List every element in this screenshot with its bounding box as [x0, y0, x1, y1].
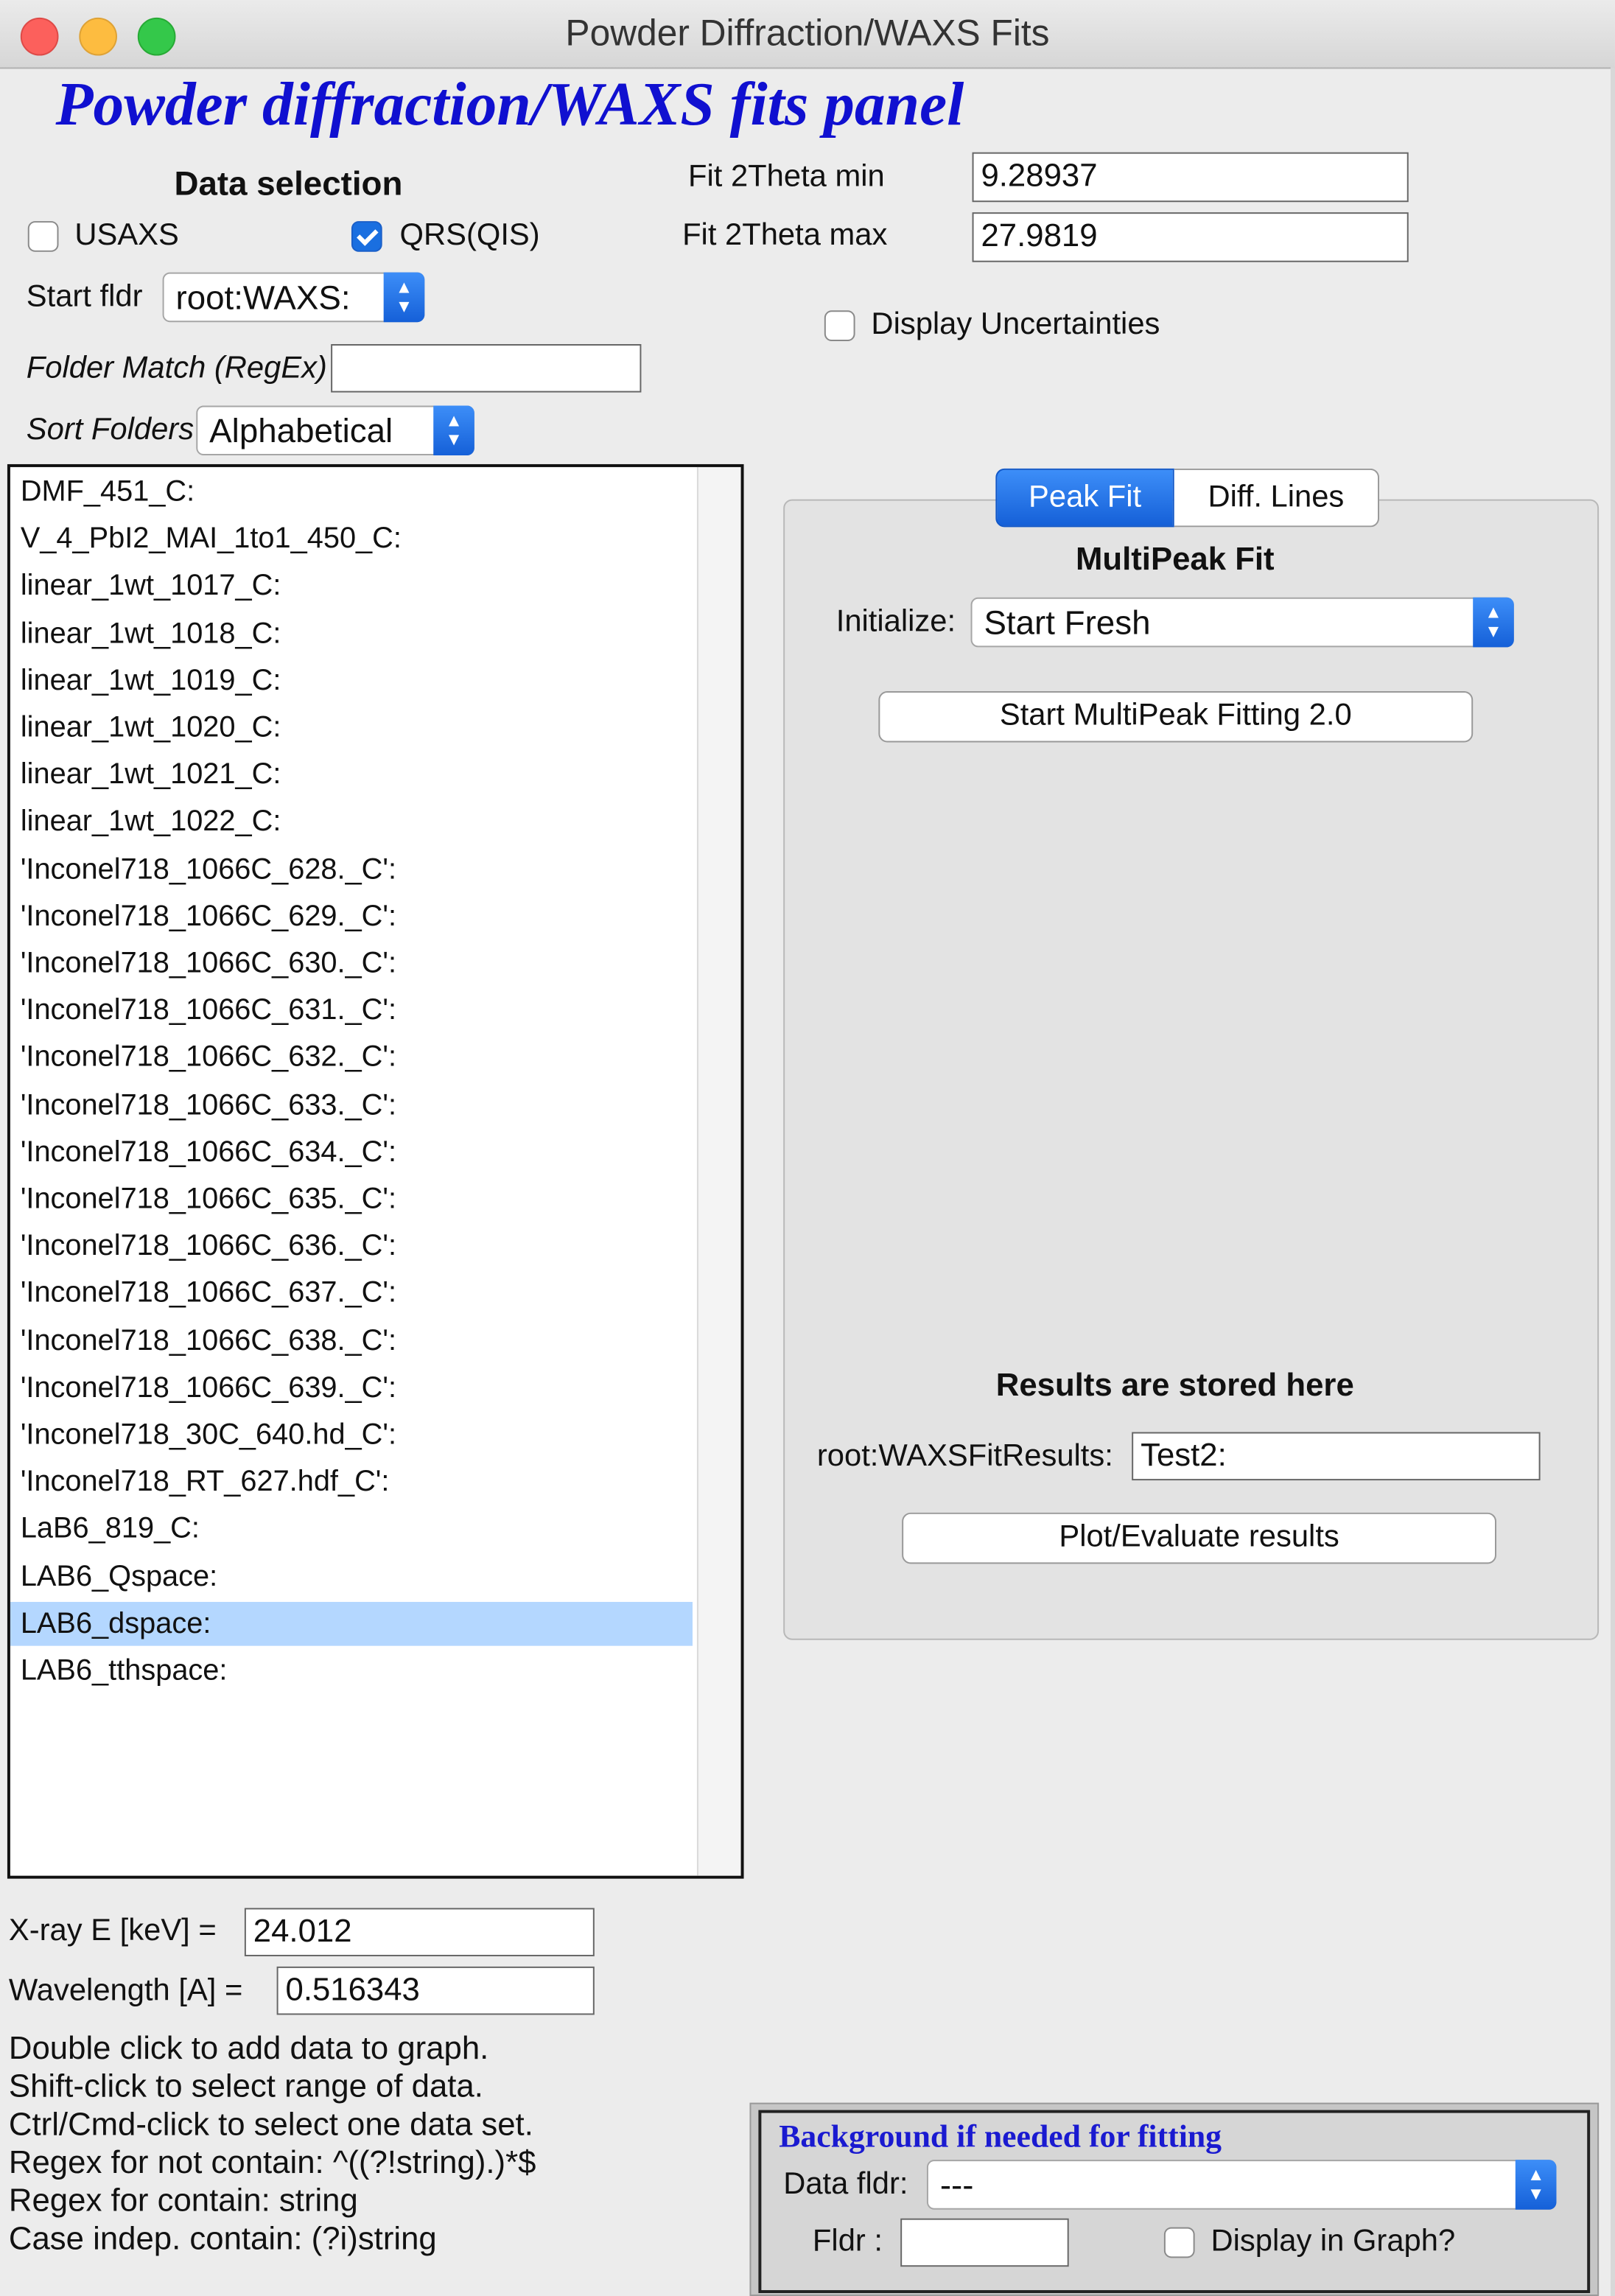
list-item[interactable]: 'Inconel718_30C_640.hd_C': — [10, 1413, 693, 1457]
list-item[interactable]: LAB6_tthspace: — [10, 1649, 693, 1693]
help-line: Ctrl/Cmd-click to select one data set. — [8, 2105, 533, 2143]
list-item[interactable]: linear_1wt_1022_C: — [10, 800, 693, 844]
list-item[interactable]: linear_1wt_1019_C: — [10, 659, 693, 703]
folder-list[interactable]: DMF_451_C: V_4_PbI2_MAI_1to1_450_C: linear… — [7, 463, 744, 1879]
initialize-popup[interactable]: Start Fresh ▲ ▼ — [970, 597, 1514, 648]
help-line: Shift-click to select range of data. — [8, 2067, 483, 2104]
background-data-folder-value: --- — [939, 2166, 974, 2204]
background-folder-input[interactable] — [900, 2218, 1069, 2267]
list-item[interactable]: 'Inconel718_1066C_637._C': — [10, 1272, 693, 1316]
fit-2theta-max-label: Fit 2Theta max — [682, 218, 888, 252]
start-folder-label: Start fldr — [26, 279, 143, 314]
list-item[interactable]: 'Inconel718_1066C_636._C': — [10, 1225, 693, 1269]
help-line: Regex for not contain: ^((?!string).)*$ — [8, 2143, 536, 2181]
background-folder-label: Fldr : — [812, 2224, 883, 2258]
multipeak-heading: MultiPeak Fit — [1075, 540, 1275, 577]
start-folder-value: root:WAXS: — [175, 278, 351, 317]
up-down-chevron-icon: ▲ ▼ — [1473, 597, 1514, 648]
list-item[interactable]: 'Inconel718_1066C_632._C': — [10, 1036, 693, 1080]
list-item[interactable]: 'Inconel718_RT_627.hdf_C': — [10, 1460, 693, 1505]
results-folder-input[interactable]: Test2: — [1132, 1432, 1541, 1481]
list-item[interactable]: 'Inconel718_1066C_639._C': — [10, 1366, 693, 1410]
window-edge — [1610, 67, 1615, 2296]
sort-folders-label: Sort Folders — [26, 413, 195, 447]
xray-energy-input[interactable]: 24.012 — [244, 1908, 595, 1956]
display-uncertainties-checkbox[interactable] — [824, 310, 855, 342]
display-in-graph-label: Display in Graph? — [1211, 2224, 1456, 2258]
qrs-checkbox[interactable] — [351, 221, 382, 252]
list-item[interactable]: 'Inconel718_1066C_638._C': — [10, 1319, 693, 1363]
list-item[interactable]: 'Inconel718_1066C_630._C': — [10, 942, 693, 986]
list-item[interactable]: 'Inconel718_1066C_628._C': — [10, 847, 693, 892]
list-item[interactable]: linear_1wt_1021_C: — [10, 753, 693, 797]
display-uncertainties-label: Display Uncertainties — [871, 307, 1160, 342]
panel-title: Powder diffraction/WAXS fits panel — [55, 71, 964, 139]
up-down-chevron-icon: ▲ ▼ — [1515, 2160, 1557, 2210]
xray-energy-label: X-ray E [keV] = — [8, 1914, 217, 1948]
tab-diff-lines[interactable]: Diff. Lines — [1174, 468, 1380, 528]
wavelength-input[interactable]: 0.516343 — [276, 1966, 595, 2015]
sort-folders-value: Alphabetical — [209, 411, 393, 450]
start-multipeak-button[interactable]: Start MultiPeak Fitting 2.0 — [878, 690, 1474, 743]
background-data-folder-popup[interactable]: --- ▲ ▼ — [926, 2160, 1557, 2210]
help-line: Case indep. contain: (?i)string — [8, 2219, 437, 2257]
background-data-folder-label: Data fldr: — [783, 2167, 908, 2201]
up-down-chevron-icon: ▲ ▼ — [433, 405, 474, 456]
list-item[interactable]: 'Inconel718_1066C_631._C': — [10, 989, 693, 1033]
fit-2theta-min-input[interactable]: 9.28937 — [972, 152, 1409, 203]
list-item[interactable]: LAB6_dspace: — [10, 1601, 693, 1646]
fit-2theta-max-input[interactable]: 27.9819 — [972, 212, 1409, 262]
list-item[interactable]: 'Inconel718_1066C_633._C': — [10, 1083, 693, 1127]
list-item[interactable]: 'Inconel718_1066C_634._C': — [10, 1130, 693, 1175]
data-selection-heading: Data selection — [174, 164, 403, 203]
initialize-label: Initialize: — [835, 604, 956, 639]
usaxs-checkbox[interactable] — [27, 221, 59, 252]
initialize-value: Start Fresh — [984, 603, 1151, 642]
tab-bar: Peak Fit Diff. Lines — [995, 468, 1380, 528]
list-item[interactable]: linear_1wt_1017_C: — [10, 564, 693, 609]
help-line: Regex for contain: string — [8, 2181, 358, 2219]
list-item[interactable]: linear_1wt_1018_C: — [10, 612, 693, 656]
list-item[interactable]: LAB6_Qspace: — [10, 1555, 693, 1599]
results-heading: Results are stored here — [995, 1366, 1354, 1403]
window-title: Powder Diffraction/WAXS Fits — [565, 13, 1050, 55]
list-item[interactable]: V_4_PbI2_MAI_1to1_450_C: — [10, 517, 693, 561]
folder-match-input[interactable] — [331, 344, 642, 393]
list-item[interactable]: LaB6_819_C: — [10, 1508, 693, 1552]
help-text: Double click to add data to graph. Shift… — [9, 2029, 536, 2258]
folder-match-label: Folder Match (RegEx) — [26, 351, 327, 385]
qrs-label: QRS(QIS) — [399, 218, 540, 252]
plot-evaluate-button[interactable]: Plot/Evaluate results — [902, 1512, 1496, 1564]
display-in-graph-checkbox[interactable] — [1163, 2227, 1195, 2258]
fit-2theta-min-label: Fit 2Theta min — [688, 159, 885, 194]
folder-list-scrollbar[interactable] — [696, 466, 741, 1876]
results-folder-label: root:WAXSFitResults: — [816, 1439, 1113, 1474]
list-item[interactable]: DMF_451_C: — [10, 470, 693, 514]
help-line: Double click to add data to graph. — [8, 2029, 489, 2066]
start-folder-popup[interactable]: root:WAXS: ▲ ▼ — [162, 272, 425, 323]
usaxs-label: USAXS — [74, 218, 179, 252]
list-item[interactable]: linear_1wt_1020_C: — [10, 706, 693, 750]
sort-folders-popup[interactable]: Alphabetical ▲ ▼ — [196, 405, 474, 456]
tab-peak-fit[interactable]: Peak Fit — [995, 468, 1174, 528]
wavelength-label: Wavelength [A] = — [8, 1973, 243, 2008]
list-item[interactable]: 'Inconel718_1066C_629._C': — [10, 895, 693, 939]
up-down-chevron-icon: ▲ ▼ — [383, 272, 425, 323]
list-item[interactable]: 'Inconel718_1066C_635._C': — [10, 1177, 693, 1222]
background-title: Background if needed for fitting — [779, 2117, 1222, 2155]
